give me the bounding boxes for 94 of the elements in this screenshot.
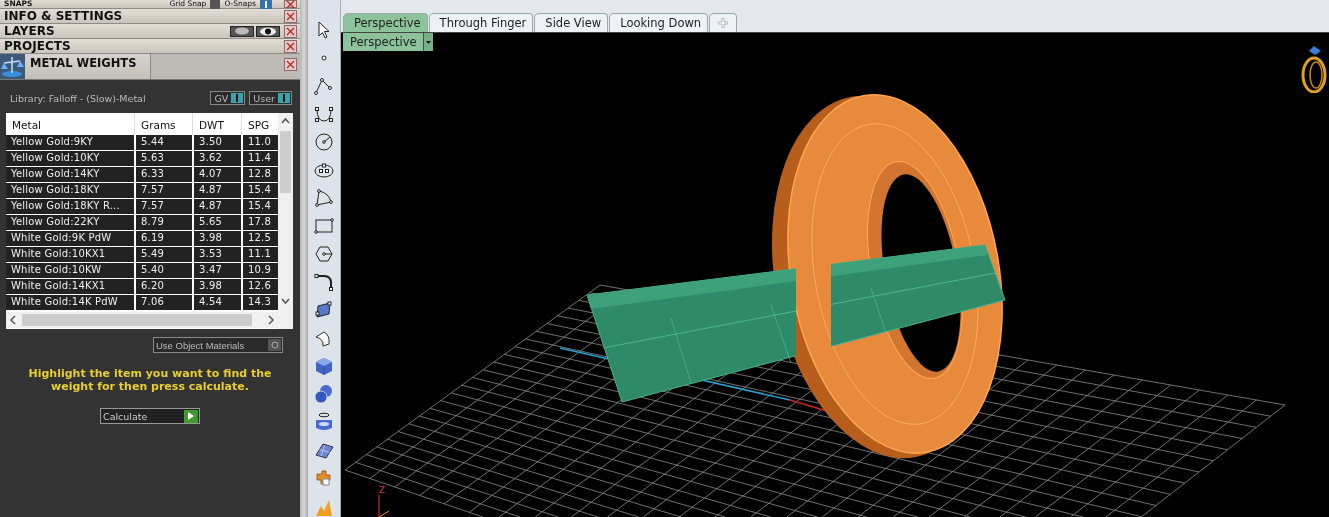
close-icon [286,0,295,9]
eye-icon [259,26,277,36]
view-tab[interactable]: Side View [534,13,609,32]
close-icon [286,60,295,69]
table-cell: 3.98 [192,279,241,295]
table-cell: 4.87 [192,199,241,215]
table-cell: Yellow Gold:18KY [6,183,134,199]
table-cell: 15.4 [241,199,278,215]
axis-label: Z [379,485,386,495]
table-cell: White Gold:14KX1 [6,279,134,295]
play-icon [188,412,194,420]
plus-icon [718,18,729,28]
table-cell: White Gold:10KX1 [6,247,134,263]
curve-icon[interactable] [313,104,335,124]
close-button[interactable] [284,9,297,23]
table-cell: 14.3 [241,295,278,311]
visibility-button[interactable] [256,25,280,37]
surface-icon[interactable] [313,300,335,320]
polygon-icon[interactable] [313,244,335,264]
spheres-icon[interactable] [313,384,335,404]
table-cell: 11.0 [241,135,278,151]
table-cell: 5.40 [134,263,192,279]
table-cell: White Gold:14K PdW [6,295,134,311]
table-cell: 4.54 [192,295,241,311]
layer-button[interactable] [230,25,254,37]
rectangle-icon[interactable] [313,216,335,236]
table-cell: 3.50 [192,135,241,151]
view-dropdown[interactable]: Perspective [343,33,433,51]
grid-snap-checkbox[interactable] [210,0,221,9]
arc-icon[interactable] [313,188,335,208]
table-cell: 5.65 [192,215,241,231]
close-button[interactable] [284,24,297,38]
fillet-icon[interactable] [313,272,335,292]
ellipse-icon[interactable] [313,160,335,180]
table-cell: Yellow Gold:10KY [6,151,134,167]
caret-icon [425,40,431,44]
table-cell: 4.07 [192,167,241,183]
table-cell: 11.1 [241,247,278,263]
close-icon [286,41,295,51]
view-tab[interactable]: Through Finger [428,13,534,32]
table-cell: 6.20 [134,279,192,295]
table-cell: 8.79 [134,215,192,231]
horizontal-scrollbar[interactable] [6,312,278,328]
close-icon [286,11,295,21]
table-cell: Yellow Gold:9KY [6,135,134,151]
library-label: Library: Falloff - (Slow)-Metal [10,92,147,104]
table-cell: 6.19 [134,231,192,247]
table-cell: 3.62 [192,151,241,167]
view-tab[interactable]: Perspective [343,13,428,32]
table-cell: Yellow Gold:22KY [6,215,134,231]
table-cell: 5.49 [134,247,192,263]
table-cell: 3.98 [192,231,241,247]
close-button[interactable] [284,39,297,53]
table-cell: Yellow Gold:14KY [6,167,134,183]
table-cell: 6.33 [134,167,192,183]
axis-indicator-drawing [378,494,390,517]
table-cell: White Gold:10KW [6,263,134,279]
oval-icon [234,27,250,35]
cylinder-icon[interactable] [313,412,335,432]
scale-icon [0,54,25,79]
hint-text: Highlight the item you want to find the weight for then press calculate. [27,367,273,393]
table-cell: 12.6 [241,279,278,295]
toggle-switch[interactable]: User [249,91,292,105]
table-cell: 4.87 [192,183,241,199]
table-cell: 10.9 [241,263,278,279]
toggle-switch[interactable]: GV [210,91,246,105]
table-cell: 12.5 [241,231,278,247]
table-cell: 12.8 [241,167,278,183]
circle-icon[interactable] [313,132,335,152]
radio-icon [270,341,279,349]
table-cell: 11.4 [241,151,278,167]
polyline-icon[interactable] [313,76,335,96]
mesh-surface-icon[interactable] [313,440,335,460]
vertical-scrollbar[interactable] [278,113,293,329]
view-tab[interactable]: Looking Down [609,13,709,32]
table-cell: 3.47 [192,263,241,279]
table-cell: 7.06 [134,295,192,311]
table-cell: 15.4 [241,183,278,199]
use-object-materials-toggle[interactable]: Use Object Materials [153,337,283,353]
table-cell: 7.57 [134,183,192,199]
close-icon [286,26,295,36]
panel-title: METAL WEIGHTS [25,54,151,79]
cube-icon[interactable] [313,356,335,376]
table-cell: 5.44 [134,135,192,151]
close-button[interactable] [284,58,297,71]
table-cell: 3.53 [192,247,241,263]
column-header[interactable]: Metal [6,113,134,135]
table-cell: 17.8 [241,215,278,231]
table-cell: Yellow Gold:18KY R... [6,199,134,215]
calculate-button[interactable]: Calculate [100,408,200,424]
table-cell: 5.63 [134,151,192,167]
table-cell: White Gold:9K PdW [6,231,134,247]
close-button[interactable] [284,0,297,8]
table-cell: 7.57 [134,199,192,215]
